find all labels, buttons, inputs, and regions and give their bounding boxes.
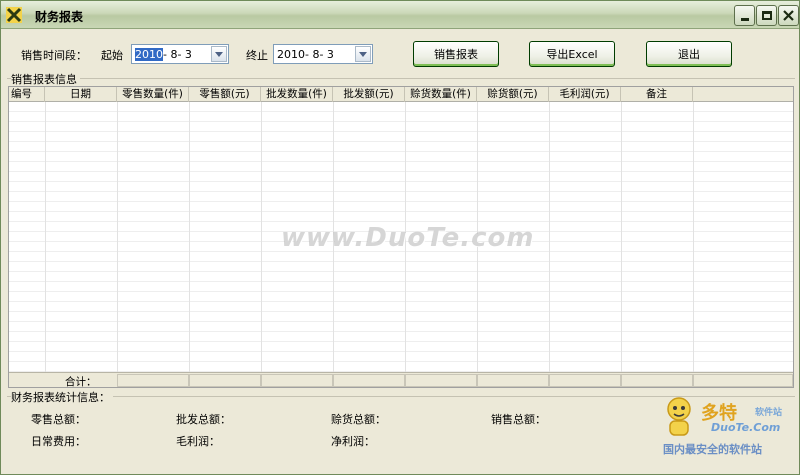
- sales-report-button[interactable]: 销售报表: [413, 41, 499, 67]
- logo-url-text: DuoTe.Com: [711, 421, 781, 434]
- chevron-down-icon: [359, 51, 367, 57]
- total-cell-wholesale-amount: [333, 374, 405, 387]
- end-date-value: 2010- 8- 3: [277, 48, 334, 61]
- net-profit-label: 净利润：: [331, 435, 375, 448]
- grid-column-divider: [549, 102, 550, 387]
- col-header-gross-profit[interactable]: 毛利润(元): [549, 87, 621, 102]
- grid-column-divider: [621, 102, 622, 387]
- col-header-retail-amount[interactable]: 零售额(元): [189, 87, 261, 102]
- finance-report-window: 财务报表 销售时间段： 起始 2010- 8- 3 终止 2010- 8- 3 …: [0, 0, 800, 475]
- minimize-button[interactable]: [734, 5, 755, 26]
- grid-column-divider: [261, 102, 262, 387]
- maximize-button[interactable]: [756, 5, 777, 26]
- start-date-picker[interactable]: 2010- 8- 3: [131, 44, 229, 64]
- minimize-icon: [740, 18, 749, 21]
- end-date-dropdown-button[interactable]: [355, 46, 371, 62]
- title-bar[interactable]: 财务报表: [1, 1, 799, 29]
- total-cell-remark: [621, 374, 693, 387]
- grid-column-divider: [45, 102, 46, 387]
- chevron-down-icon: [215, 51, 223, 57]
- exit-button[interactable]: 退出: [646, 41, 732, 67]
- total-cell-credit-amount: [477, 374, 549, 387]
- total-cell-extra: [693, 374, 793, 387]
- start-date-label: 起始: [101, 49, 123, 62]
- start-date-dropdown-button[interactable]: [211, 46, 227, 62]
- end-date-picker[interactable]: 2010- 8- 3: [273, 44, 373, 64]
- logo-slogan-text: 国内最安全的软件站: [663, 443, 762, 456]
- export-excel-button[interactable]: 导出Excel: [529, 41, 615, 67]
- mascot-icon: [667, 397, 691, 436]
- sales-total-label: 销售总额：: [491, 413, 546, 426]
- col-header-date[interactable]: 日期: [45, 87, 117, 102]
- total-cell-wholesale-qty: [261, 374, 333, 387]
- logo-sub-text: 软件站: [755, 408, 783, 418]
- total-cell-retail-qty: [117, 374, 189, 387]
- col-header-retail-qty[interactable]: 零售数量(件): [117, 87, 189, 102]
- maximize-icon: [761, 11, 772, 20]
- gross-profit-label: 毛利润：: [176, 435, 220, 448]
- credit-total-label: 赊货总额：: [331, 413, 386, 426]
- sales-period-label: 销售时间段：: [21, 49, 87, 62]
- col-header-remark[interactable]: 备注: [621, 87, 693, 102]
- close-button[interactable]: [778, 5, 799, 26]
- col-header-credit-amount[interactable]: 赊货额(元): [477, 87, 549, 102]
- retail-total-label: 零售总额：: [31, 413, 86, 426]
- grid-column-divider: [117, 102, 118, 387]
- report-group-title: 销售报表信息: [11, 71, 80, 87]
- total-cell-gross-profit: [549, 374, 621, 387]
- window-title: 财务报表: [35, 10, 84, 24]
- total-label: 合计：: [65, 376, 97, 388]
- col-header-wholesale-amount[interactable]: 批发额(元): [333, 87, 405, 102]
- grid-header: 编号 日期 零售数量(件) 零售额(元) 批发数量(件) 批发额(元) 赊货数量…: [9, 87, 793, 102]
- grid-column-divider: [693, 102, 694, 387]
- watermark-text: www.DuoTe.com: [281, 223, 535, 253]
- wholesale-total-label: 批发总额：: [176, 413, 231, 426]
- start-date-value: 2010- 8- 3: [135, 48, 192, 61]
- close-icon: [783, 10, 794, 21]
- report-group-border: [7, 78, 795, 79]
- grid-total-row: 合计：: [9, 372, 793, 388]
- total-cell-credit-qty: [405, 374, 477, 387]
- col-header-wholesale-qty[interactable]: 批发数量(件): [261, 87, 333, 102]
- total-cell-retail-amount: [189, 374, 261, 387]
- col-header-credit-qty[interactable]: 赊货数量(件): [405, 87, 477, 102]
- col-header-id[interactable]: 编号: [9, 87, 45, 102]
- duote-logo: 多特 软件站 DuoTe.Com 国内最安全的软件站: [655, 395, 797, 461]
- stats-group-title: 财务报表统计信息：: [11, 389, 113, 405]
- end-date-label: 终止: [246, 49, 268, 62]
- grid-column-divider: [189, 102, 190, 387]
- app-icon: [6, 7, 22, 23]
- daily-expense-label: 日常费用：: [31, 435, 86, 448]
